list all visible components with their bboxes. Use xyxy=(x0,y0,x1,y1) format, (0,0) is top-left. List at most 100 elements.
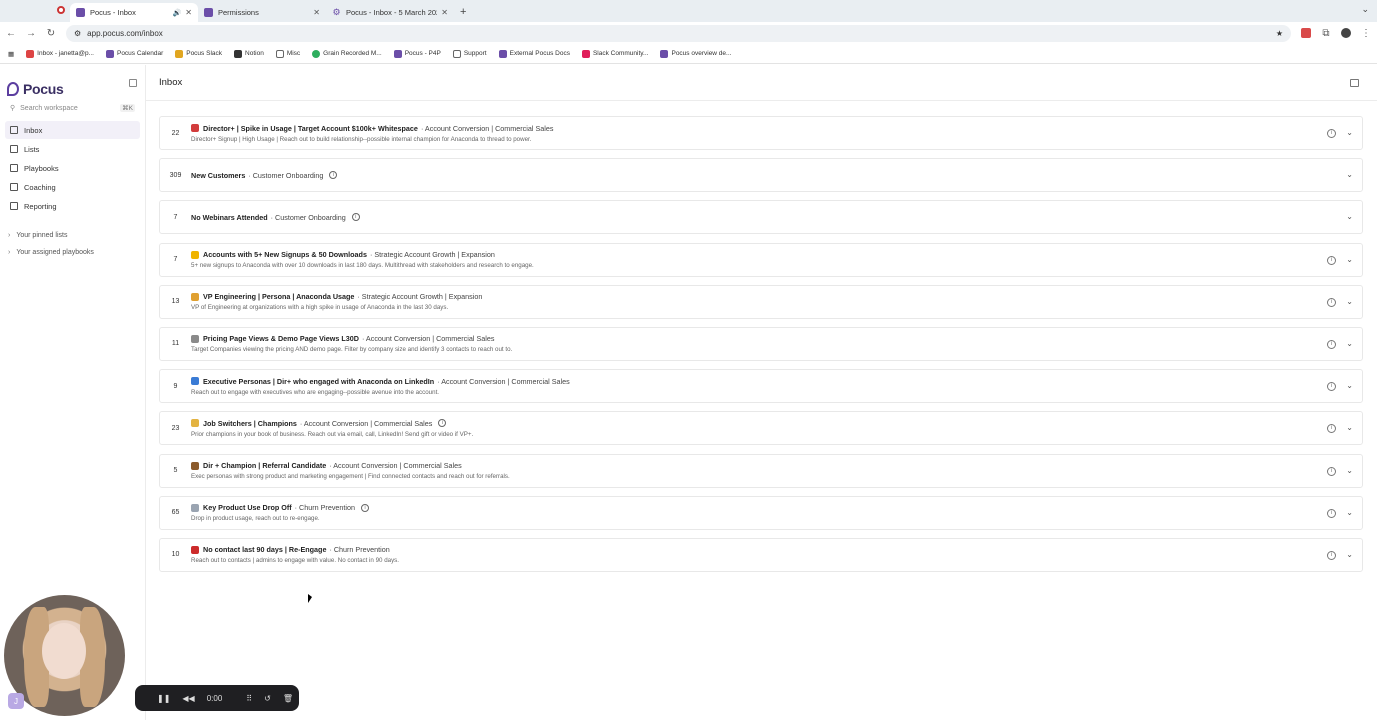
list-item[interactable]: 13 VP Engineering | Persona | Anaconda Us… xyxy=(159,284,1363,319)
sidebar-item-label: Lists xyxy=(24,144,40,154)
list-item[interactable]: 7 Accounts with 5+ New Signups & 50 Downl… xyxy=(159,242,1363,277)
reload-icon[interactable]: ↻ xyxy=(46,28,56,39)
pause-icon[interactable]: ❚❚ xyxy=(157,694,170,703)
list-item[interactable]: 65 Key Product Use Drop Off · Churn Preven… xyxy=(159,495,1363,530)
bookmark-item[interactable]: Pocus Slack xyxy=(175,49,222,58)
info-icon[interactable]: i xyxy=(1327,129,1336,138)
sidebar-item-coaching[interactable]: Coaching xyxy=(5,178,140,196)
drag-handle-icon[interactable]: ⠿ xyxy=(246,694,252,703)
info-icon[interactable]: i xyxy=(329,171,338,180)
chevron-down-icon[interactable]: ⌄ xyxy=(1346,508,1353,517)
bookmark-item[interactable]: External Pocus Docs xyxy=(498,49,570,58)
list-item[interactable]: 10 No contact last 90 days | Re-Engage · C… xyxy=(159,537,1363,572)
tab-close-icon[interactable]: ✕ xyxy=(313,8,320,17)
profile-avatar[interactable] xyxy=(1341,28,1351,38)
forward-icon[interactable]: → xyxy=(26,28,36,39)
info-icon[interactable]: i xyxy=(351,213,360,222)
rewind-icon[interactable]: ◀◀ xyxy=(182,694,194,703)
info-icon[interactable]: i xyxy=(1327,508,1336,518)
list-item[interactable]: 7 No Webinars Attended · Customer Onboardi… xyxy=(159,200,1363,235)
row-count: 13 xyxy=(171,298,180,306)
tab-close-icon[interactable]: ✕ xyxy=(441,8,448,17)
collapse-sidebar-icon[interactable] xyxy=(129,79,137,87)
list-item[interactable]: 11 Pricing Page Views & Demo Page Views L… xyxy=(159,326,1363,361)
search-input[interactable]: ⚲ Search workspace ⌘K xyxy=(5,101,140,115)
chevron-down-icon[interactable]: ⌄ xyxy=(1346,212,1353,221)
sidebar-item-label: Inbox xyxy=(24,125,43,135)
row-title: Key Product Use Drop Off · Churn Preventi… xyxy=(191,503,1362,512)
info-icon[interactable]: i xyxy=(1327,466,1336,476)
chevron-down-icon[interactable]: ⌄ xyxy=(1346,128,1353,137)
list-item[interactable]: 22 Director+ | Spike in Usage | Target Ac… xyxy=(159,116,1363,150)
sidebar-item-reporting[interactable]: Reporting xyxy=(5,197,140,215)
browser-tab-0[interactable]: Pocus - Inbox 🔊 ✕ xyxy=(70,3,198,22)
bookmark-star-icon[interactable]: ★ xyxy=(1276,29,1283,38)
chevron-down-icon[interactable]: ⌄ xyxy=(1346,466,1353,475)
bookmark-item[interactable]: Support xyxy=(452,49,487,58)
chevron-down-icon[interactable]: ⌄ xyxy=(1346,550,1353,559)
list-item[interactable]: 23 Job Switchers | Champions · Account Con… xyxy=(159,411,1363,446)
list-item[interactable]: 5 Dir + Champion | Referral Candidate · Ac… xyxy=(159,453,1363,488)
row-title: Dir + Champion | Referral Candidate · Acc… xyxy=(191,461,1362,470)
section-assigned-playbooks[interactable]: › Your assigned playbooks xyxy=(5,244,140,260)
playbook-description: Drop in product usage, reach out to re-e… xyxy=(191,515,320,523)
back-icon[interactable]: ← xyxy=(6,28,16,39)
bookmark-item[interactable]: Notion xyxy=(234,49,264,58)
list-item[interactable]: 309 New Customers · Customer Onboarding i ⌄ xyxy=(159,158,1363,193)
chevron-down-icon[interactable]: ⌄ xyxy=(1346,339,1353,348)
chevron-down-icon[interactable]: ⌄ xyxy=(1346,255,1353,264)
restart-icon[interactable]: ↺ xyxy=(264,694,271,703)
site-settings-icon[interactable]: ⚙ xyxy=(74,29,81,38)
browser-tab-2[interactable]: ⚙ Pocus - Inbox - 5 March 202 ✕ xyxy=(326,3,454,22)
browser-tab-1[interactable]: Permissions ✕ xyxy=(198,3,326,22)
speaker-icon[interactable]: 🔊 xyxy=(173,9,182,17)
playbook-category: · Account Conversion | Commercial Sales xyxy=(299,418,433,428)
bookmark-item[interactable]: Grain Recorded M... xyxy=(312,49,382,58)
url-field[interactable]: ⚙ app.pocus.com/inbox ★ xyxy=(66,24,1291,42)
bookmark-item[interactable]: Pocus Calendar xyxy=(105,49,163,58)
info-icon[interactable]: i xyxy=(1327,339,1336,349)
chevron-down-icon[interactable]: ⌄ xyxy=(1346,381,1353,390)
chevron-down-icon[interactable]: ⌄ xyxy=(1346,297,1353,306)
info-icon[interactable]: i xyxy=(1327,550,1336,560)
row-text: New Customers · Customer Onboarding i xyxy=(191,171,1362,180)
info-icon[interactable]: i xyxy=(361,503,369,512)
bookmark-item[interactable]: Pocus - P4P xyxy=(393,49,441,58)
playbook-name: VP Engineering | Persona | Anaconda Usag… xyxy=(203,292,355,302)
section-label: Your assigned playbooks xyxy=(16,248,94,256)
extension-icon[interactable] xyxy=(1301,28,1311,38)
chevron-down-icon[interactable]: ⌄ xyxy=(1346,170,1353,179)
tab-close-icon[interactable]: ✕ xyxy=(185,8,192,17)
emoji-icon xyxy=(191,545,199,554)
sidebar-item-playbooks[interactable]: Playbooks xyxy=(5,159,140,177)
playbook-description: Reach out to engage with executives who … xyxy=(191,388,440,396)
user-avatar[interactable]: J xyxy=(8,693,24,709)
new-tab-icon[interactable]: + xyxy=(460,6,466,18)
apps-grid-icon[interactable]: ▦ xyxy=(8,50,14,58)
bookmark-item[interactable]: Slack Community... xyxy=(581,49,648,58)
browser-tab-strip: Pocus - Inbox 🔊 ✕ Permissions ✕ ⚙ Pocus … xyxy=(0,0,1377,22)
section-pinned-lists[interactable]: › Your pinned lists xyxy=(5,227,140,243)
sidebar-item-lists[interactable]: Lists xyxy=(5,140,140,158)
row-text: Job Switchers | Champions · Account Conve… xyxy=(191,419,1362,438)
bookmark-item[interactable]: Misc xyxy=(275,49,300,58)
list-item[interactable]: 9 Executive Personas | Dir+ who engaged w… xyxy=(159,369,1363,404)
browser-menu-icon[interactable]: ⋮ xyxy=(1361,28,1371,39)
tab-search-chevron-icon[interactable]: ⌄ xyxy=(1361,4,1369,15)
logo[interactable]: Pocus xyxy=(0,65,145,101)
info-icon[interactable]: i xyxy=(1327,297,1336,307)
row-title: Accounts with 5+ New Signups & 50 Downlo… xyxy=(191,250,1362,259)
search-icon: ⚲ xyxy=(10,105,16,112)
info-icon[interactable]: i xyxy=(1327,255,1336,265)
trash-icon[interactable]: 🗑 xyxy=(283,694,293,703)
extensions-puzzle-icon[interactable]: ⧉ xyxy=(1321,28,1331,39)
sidebar-item-inbox[interactable]: Inbox xyxy=(5,121,140,139)
emoji-icon xyxy=(191,419,199,428)
info-icon[interactable]: i xyxy=(438,419,447,428)
row-title: Job Switchers | Champions · Account Conve… xyxy=(191,419,1362,428)
bookmark-item[interactable]: Inbox - janetta@p... xyxy=(26,49,94,58)
bookmark-item[interactable]: Pocus overview de... xyxy=(660,49,731,58)
chevron-down-icon[interactable]: ⌄ xyxy=(1346,423,1353,432)
feedback-icon[interactable] xyxy=(1350,79,1359,87)
recording-timer: 0:00 xyxy=(206,693,223,703)
